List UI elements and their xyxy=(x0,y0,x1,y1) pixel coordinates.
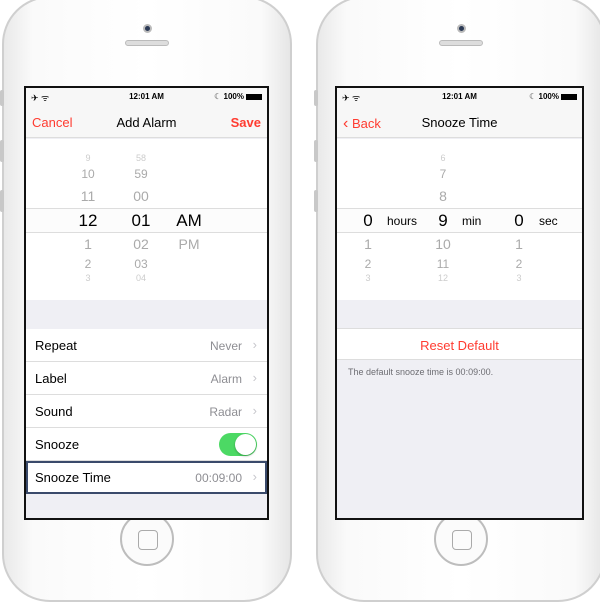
mute-switch xyxy=(0,90,4,106)
picker-item: 8 xyxy=(439,188,447,204)
picker-item-selected: 0 xyxy=(363,211,373,230)
picker-item: 2 xyxy=(515,257,523,271)
picker-item: 9 xyxy=(85,153,91,163)
picker-item: 3 xyxy=(365,273,371,283)
hours-label: hours xyxy=(387,214,418,228)
row-value: 00:09:00 xyxy=(195,471,242,485)
picker-item: 58 xyxy=(135,153,146,163)
home-button[interactable] xyxy=(120,512,174,566)
row-snooze: Snooze xyxy=(26,428,267,461)
time-picker[interactable]: 9 10 11 12 1 2 3 58 59 00 01 02 03 04 AM… xyxy=(26,139,267,300)
picker-item: 2 xyxy=(364,257,372,271)
picker-item: 02 xyxy=(133,236,149,252)
battery-icon xyxy=(561,93,577,100)
picker-item: 11 xyxy=(436,257,450,271)
chevron-right-icon: › xyxy=(252,337,257,352)
reset-default-label: Reset Default xyxy=(420,338,499,353)
page-title: Snooze Time xyxy=(421,115,498,130)
row-value: Alarm xyxy=(210,372,242,386)
picker-item: 6 xyxy=(440,153,446,163)
sec-label: sec xyxy=(539,214,558,228)
footer-note: The default snooze time is 00:09:00. xyxy=(348,367,494,377)
row-label-setting[interactable]: Label Alarm › xyxy=(26,362,267,395)
mute-switch xyxy=(314,90,318,106)
row-label: Snooze xyxy=(35,437,80,452)
picker-item: 59 xyxy=(134,167,148,181)
speaker-icon xyxy=(125,40,169,46)
volume-down-button xyxy=(0,190,4,212)
chevron-right-icon: › xyxy=(252,469,257,484)
row-repeat[interactable]: Repeat Never › xyxy=(26,329,267,362)
picker-item: 3 xyxy=(516,273,522,283)
volume-up-button xyxy=(314,140,318,162)
battery-icon xyxy=(246,93,262,100)
row-value: Radar xyxy=(209,405,242,419)
row-sound[interactable]: Sound Radar › xyxy=(26,395,267,428)
home-button[interactable] xyxy=(434,512,488,566)
row-label: Snooze Time xyxy=(35,470,111,485)
chevron-right-icon: › xyxy=(252,403,257,418)
picker-item: 04 xyxy=(135,273,146,283)
reset-default-button[interactable]: Reset Default xyxy=(337,328,582,360)
camera-icon xyxy=(457,24,466,33)
picker-item-selected: 01 xyxy=(131,211,151,230)
camera-icon xyxy=(143,24,152,33)
moon-icon: ☾ xyxy=(529,92,537,101)
row-snooze-time[interactable]: Snooze Time 00:09:00 › xyxy=(26,461,267,494)
row-label: Sound xyxy=(35,404,73,419)
picker-item: 1 xyxy=(364,236,372,252)
picker-item-selected: AM xyxy=(176,211,202,230)
min-label: min xyxy=(462,214,482,228)
picker-item: 03 xyxy=(134,257,148,271)
screen-add-alarm: ✈ ︎ᯤ 12:01 AM ☾ 100% Cancel Add Alarm Sa… xyxy=(24,86,269,520)
battery-level: 100% xyxy=(223,92,244,101)
save-button[interactable]: Save xyxy=(231,115,261,130)
picker-item-selected: 12 xyxy=(78,211,98,230)
speaker-icon xyxy=(439,40,483,46)
snooze-toggle[interactable] xyxy=(219,433,257,456)
row-label: Repeat xyxy=(35,338,77,353)
moon-icon: ☾ xyxy=(214,92,222,101)
volume-up-button xyxy=(0,140,4,162)
nav-bar: Cancel Add Alarm Save xyxy=(26,106,267,138)
picker-item: 00 xyxy=(133,188,149,204)
picker-item: PM xyxy=(178,236,200,252)
picker-item: 7 xyxy=(439,167,447,181)
chevron-right-icon: › xyxy=(252,370,257,385)
picker-item: 11 xyxy=(80,188,96,204)
status-bar: ✈ ︎ᯤ 12:01 AM ☾ 100% xyxy=(337,88,582,106)
picker-item-selected: 9 xyxy=(438,211,448,230)
picker-item: 1 xyxy=(515,236,523,252)
battery-level: 100% xyxy=(538,92,559,101)
duration-picker[interactable]: 0 1 2 3 hours 6 7 8 9 10 11 12 min 0 1 2… xyxy=(337,139,582,300)
screen-snooze-time: ✈ ︎ᯤ 12:01 AM ☾ 100% ‹ Back Snooze Time … xyxy=(335,86,584,520)
picker-item: 12 xyxy=(437,273,448,283)
alarm-settings-list: Repeat Never › Label Alarm › Sound Radar › Sno… xyxy=(26,329,267,494)
picker-item: 2 xyxy=(84,257,92,271)
picker-item-selected: 0 xyxy=(514,211,524,230)
picker-item: 10 xyxy=(81,167,95,181)
row-value: Never xyxy=(209,339,242,353)
volume-down-button xyxy=(314,190,318,212)
picker-item: 10 xyxy=(435,236,451,252)
nav-bar: ‹ Back Snooze Time xyxy=(337,106,582,138)
picker-item: 3 xyxy=(85,273,91,283)
status-bar: ✈ ︎ᯤ 12:01 AM ☾ 100% xyxy=(26,88,267,106)
picker-item: 1 xyxy=(84,236,92,252)
row-label: Label xyxy=(35,371,67,386)
